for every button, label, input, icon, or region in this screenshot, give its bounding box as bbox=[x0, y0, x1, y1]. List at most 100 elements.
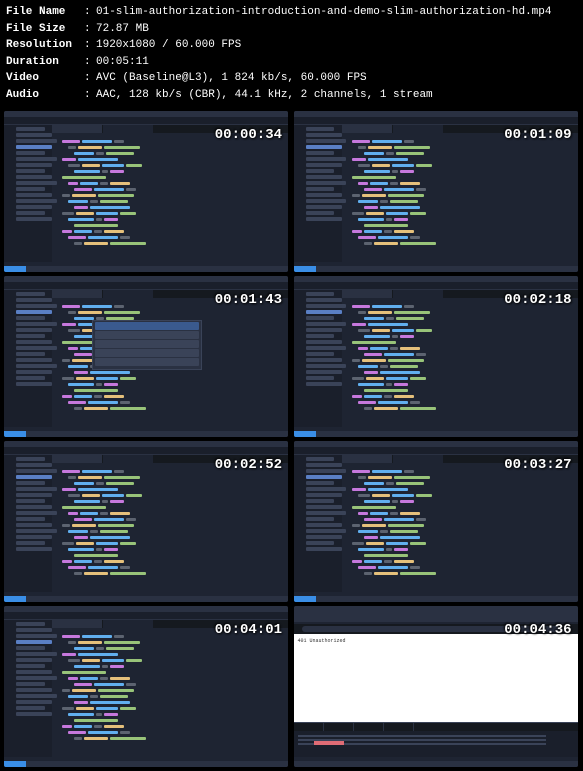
file-tree-item[interactable] bbox=[306, 211, 335, 215]
file-tree-item[interactable] bbox=[306, 193, 342, 197]
file-tree-item[interactable] bbox=[16, 370, 52, 374]
file-tree-item[interactable] bbox=[16, 634, 57, 638]
file-tree-item[interactable] bbox=[306, 127, 335, 131]
file-tree-item[interactable] bbox=[306, 517, 335, 521]
file-tree-item[interactable] bbox=[16, 622, 45, 626]
file-tree-item[interactable] bbox=[306, 340, 342, 344]
devtools-tab[interactable] bbox=[294, 723, 324, 731]
video-thumbnail[interactable]: 00:02:18 bbox=[294, 276, 578, 437]
file-tree-item[interactable] bbox=[16, 670, 52, 674]
file-tree-item[interactable] bbox=[16, 481, 45, 485]
file-tree-item[interactable] bbox=[306, 352, 335, 356]
file-tree-item[interactable] bbox=[16, 475, 52, 479]
file-tree-item[interactable] bbox=[16, 517, 45, 521]
code-editor[interactable] bbox=[52, 463, 288, 592]
code-editor[interactable] bbox=[342, 133, 578, 262]
file-tree-item[interactable] bbox=[16, 334, 45, 338]
file-tree-item[interactable] bbox=[16, 358, 52, 362]
file-tree-item[interactable] bbox=[306, 535, 342, 539]
file-tree-item[interactable] bbox=[306, 547, 342, 551]
video-thumbnail[interactable]: 00:00:34 bbox=[4, 111, 288, 272]
editor-tab[interactable] bbox=[52, 455, 102, 463]
file-tree-item[interactable] bbox=[16, 316, 45, 320]
video-thumbnail[interactable]: 00:01:09 bbox=[294, 111, 578, 272]
file-tree-item[interactable] bbox=[16, 352, 45, 356]
file-tree-item[interactable] bbox=[16, 658, 52, 662]
file-tree-item[interactable] bbox=[16, 310, 52, 314]
file-tree-item[interactable] bbox=[16, 511, 57, 515]
file-tree-item[interactable] bbox=[16, 157, 57, 161]
file-tree-item[interactable] bbox=[306, 487, 347, 491]
file-tree-item[interactable] bbox=[306, 205, 342, 209]
file-tree-item[interactable] bbox=[306, 181, 347, 185]
file-tree-item[interactable] bbox=[306, 139, 347, 143]
file-tree-item[interactable] bbox=[306, 199, 347, 203]
file-tree-item[interactable] bbox=[306, 346, 347, 350]
editor-tab[interactable] bbox=[103, 455, 153, 463]
file-tree-item[interactable] bbox=[306, 457, 335, 461]
file-tree-item[interactable] bbox=[16, 187, 45, 191]
file-tree-item[interactable] bbox=[306, 358, 342, 362]
file-tree-item[interactable] bbox=[16, 463, 52, 467]
browser-viewport[interactable]: 401 Unauthorized bbox=[294, 634, 578, 722]
editor-tab[interactable] bbox=[52, 290, 102, 298]
file-tree-item[interactable] bbox=[16, 328, 52, 332]
file-tree-item[interactable] bbox=[306, 334, 335, 338]
file-tree-item[interactable] bbox=[16, 700, 52, 704]
file-tree-item[interactable] bbox=[306, 382, 342, 386]
file-tree-item[interactable] bbox=[16, 628, 52, 632]
devtools-tab[interactable] bbox=[324, 723, 354, 731]
file-tree-item[interactable] bbox=[306, 151, 335, 155]
file-tree-item[interactable] bbox=[306, 157, 347, 161]
file-tree-item[interactable] bbox=[306, 292, 335, 296]
file-tree-item[interactable] bbox=[16, 145, 52, 149]
file-tree-item[interactable] bbox=[306, 505, 342, 509]
file-tree-item[interactable] bbox=[16, 364, 57, 368]
file-tree-item[interactable] bbox=[16, 640, 52, 644]
file-tree-item[interactable] bbox=[16, 499, 45, 503]
file-tree-item[interactable] bbox=[306, 187, 335, 191]
file-tree-item[interactable] bbox=[16, 652, 57, 656]
file-tree-item[interactable] bbox=[16, 682, 45, 686]
file-tree-item[interactable] bbox=[16, 523, 52, 527]
autocomplete-item[interactable] bbox=[95, 358, 199, 366]
code-editor[interactable] bbox=[52, 133, 288, 262]
file-tree-item[interactable] bbox=[16, 340, 52, 344]
file-tree-item[interactable] bbox=[306, 145, 342, 149]
file-tree-item[interactable] bbox=[306, 469, 347, 473]
video-thumbnail[interactable]: 00:04:36 401 Unauthorized bbox=[294, 606, 578, 767]
video-thumbnail[interactable]: 00:02:52 bbox=[4, 441, 288, 602]
file-tree-item[interactable] bbox=[16, 193, 52, 197]
network-request[interactable] bbox=[298, 735, 546, 737]
file-tree-item[interactable] bbox=[16, 211, 45, 215]
file-tree-item[interactable] bbox=[306, 310, 342, 314]
file-tree-item[interactable] bbox=[306, 463, 342, 467]
file-tree-item[interactable] bbox=[16, 382, 52, 386]
file-tree-item[interactable] bbox=[16, 505, 52, 509]
file-tree-item[interactable] bbox=[306, 376, 335, 380]
file-tree-item[interactable] bbox=[16, 676, 57, 680]
file-tree-item[interactable] bbox=[16, 376, 45, 380]
file-tree-item[interactable] bbox=[306, 328, 342, 332]
video-thumbnail[interactable]: 00:04:01 bbox=[4, 606, 288, 767]
file-tree-item[interactable] bbox=[306, 175, 342, 179]
devtools-tab[interactable] bbox=[384, 723, 414, 731]
autocomplete-popup[interactable] bbox=[92, 320, 202, 370]
editor-tab[interactable] bbox=[52, 125, 102, 133]
editor-tab[interactable] bbox=[103, 125, 153, 133]
file-tree-item[interactable] bbox=[16, 469, 57, 473]
code-editor[interactable] bbox=[342, 463, 578, 592]
editor-tab[interactable] bbox=[393, 125, 443, 133]
file-tree-item[interactable] bbox=[306, 481, 335, 485]
file-tree-item[interactable] bbox=[16, 163, 52, 167]
editor-tab[interactable] bbox=[393, 455, 443, 463]
file-tree-item[interactable] bbox=[306, 499, 335, 503]
autocomplete-item[interactable] bbox=[95, 331, 199, 339]
file-tree-item[interactable] bbox=[306, 511, 347, 515]
devtools-panel[interactable] bbox=[294, 722, 578, 757]
devtools-tab[interactable] bbox=[354, 723, 384, 731]
file-tree-item[interactable] bbox=[16, 706, 45, 710]
file-tree-item[interactable] bbox=[16, 322, 57, 326]
editor-tab[interactable] bbox=[103, 290, 153, 298]
file-tree-item[interactable] bbox=[306, 364, 347, 368]
